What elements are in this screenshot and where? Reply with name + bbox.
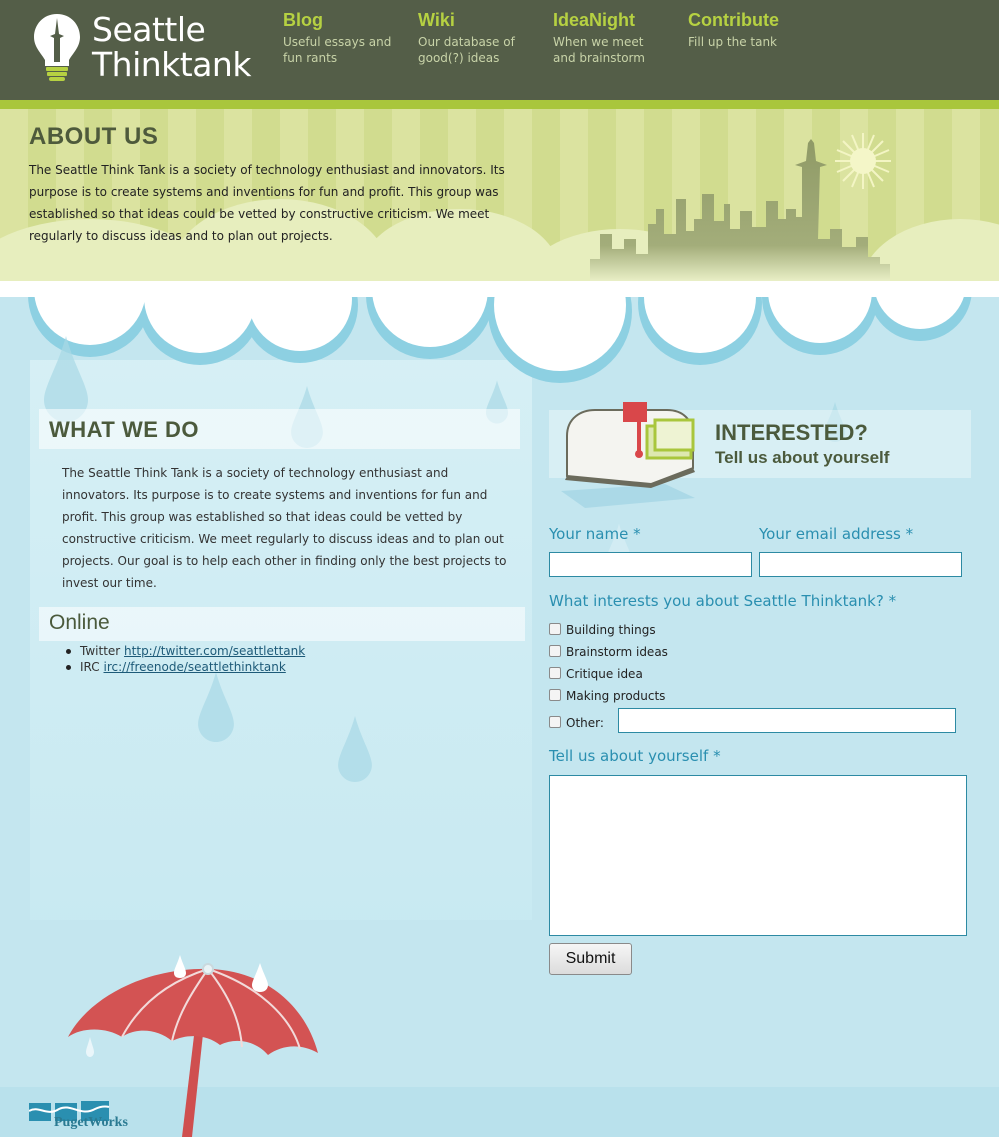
list-item: Twitter http://twitter.com/seattlettank — [64, 643, 305, 659]
checkbox[interactable] — [549, 623, 561, 635]
nav-title[interactable]: Wiki — [418, 8, 548, 32]
nav-item-blog[interactable]: Blog Useful essays and fun rants — [283, 8, 413, 66]
nav-item-contribute[interactable]: Contribute Fill up the tank — [688, 8, 818, 50]
online-header: Online — [39, 607, 525, 641]
nav-title[interactable]: Contribute — [688, 8, 818, 32]
nav-desc-line: fun rants — [283, 51, 338, 65]
nav-item-ideanight[interactable]: IdeaNight When we meet and brainstorm — [553, 8, 683, 66]
nav-desc-line: Fill up the tank — [688, 35, 778, 49]
nav-desc-line: and brainstorm — [553, 51, 645, 65]
nav-desc: Useful essays and fun rants — [283, 34, 413, 66]
checkbox[interactable] — [549, 667, 561, 679]
checkbox[interactable] — [549, 716, 561, 728]
checkbox-label: Critique idea — [566, 667, 643, 681]
what-we-do-title: WHAT WE DO — [49, 417, 200, 442]
mailbox-icon — [561, 402, 695, 508]
nav-desc: Fill up the tank — [688, 34, 818, 50]
about-yourself-textarea[interactable] — [549, 775, 967, 936]
irc-link[interactable]: irc://freenode/seattlethinktank — [104, 660, 286, 674]
about-title: ABOUT US — [29, 123, 159, 150]
logo-text: Seattle Thinktank — [92, 12, 251, 82]
cloud-border — [0, 281, 999, 383]
nav-desc-line: Our database of — [418, 35, 515, 49]
nav-desc-line: When we meet — [553, 35, 644, 49]
nav-title[interactable]: IdeaNight — [553, 8, 683, 32]
checkbox-label: Brainstorm ideas — [566, 645, 668, 659]
nav-desc: Our database of good(?) ideas — [418, 34, 548, 66]
raindrop-icon — [198, 672, 234, 742]
nav-desc-line: Useful essays and — [283, 35, 392, 49]
about-section: ABOUT US The Seattle Think Tank is a soc… — [0, 109, 999, 281]
pugetworks-brand[interactable]: PugetWorks — [54, 1115, 128, 1131]
interests-label: What interests you about Seattle Thinkta… — [549, 592, 897, 610]
email-label: Your email address * — [759, 525, 914, 543]
checkbox-label: Other: — [566, 716, 604, 730]
lightbulb-icon — [34, 14, 80, 81]
about-yourself-label: Tell us about yourself * — [549, 747, 721, 765]
header-stripe — [0, 100, 999, 109]
interested-title: INTERESTED? — [715, 420, 868, 445]
site-header: Seattle Thinktank Blog Useful essays and… — [0, 0, 999, 100]
other-input[interactable] — [618, 708, 956, 733]
online-label: Twitter — [80, 644, 121, 658]
logo-line-1: Seattle — [92, 10, 206, 49]
twitter-link[interactable]: http://twitter.com/seattlettank — [124, 644, 305, 658]
about-text: The Seattle Think Tank is a society of t… — [29, 163, 505, 243]
nav-desc-line: good(?) ideas — [418, 51, 500, 65]
nav-title[interactable]: Blog — [283, 8, 413, 32]
logo-line-2: Thinktank — [92, 45, 251, 84]
email-input[interactable] — [759, 552, 962, 577]
online-title: Online — [49, 611, 110, 634]
online-label: IRC — [80, 660, 100, 674]
checkbox-label: Building things — [566, 623, 656, 637]
checkbox-label: Making products — [566, 689, 666, 703]
raindrop-icon — [338, 716, 372, 782]
name-label: Your name * — [549, 525, 641, 543]
interested-subtitle: Tell us about yourself — [715, 448, 890, 467]
what-we-do-header: WHAT WE DO — [39, 409, 520, 449]
list-item: IRC irc://freenode/seattlethinktank — [64, 659, 305, 675]
nav-item-wiki[interactable]: Wiki Our database of good(?) ideas — [418, 8, 548, 66]
sun-icon — [835, 133, 891, 189]
site-logo[interactable]: Seattle Thinktank — [30, 10, 260, 88]
submit-button[interactable]: Submit — [549, 943, 632, 975]
online-list: Twitter http://twitter.com/seattlettank … — [64, 643, 305, 675]
nav-desc: When we meet and brainstorm — [553, 34, 683, 66]
what-we-do-text: The Seattle Think Tank is a society of t… — [62, 466, 507, 590]
checkbox[interactable] — [549, 689, 561, 701]
name-input[interactable] — [549, 552, 752, 577]
checkbox[interactable] — [549, 645, 561, 657]
